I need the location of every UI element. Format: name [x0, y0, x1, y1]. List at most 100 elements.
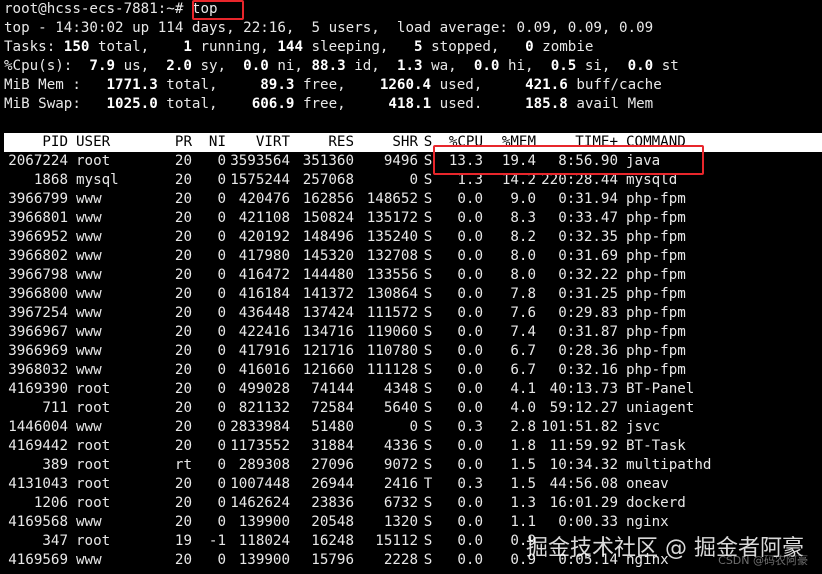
- cell-pr: 20: [174, 286, 192, 302]
- cell-cpu: 0.0: [457, 552, 483, 568]
- cell-command: php-fpm: [626, 229, 686, 245]
- cell-pr: 20: [174, 153, 192, 169]
- cell-time: 10:34.32: [549, 457, 618, 473]
- cell-user: www: [76, 286, 102, 302]
- cell-res: 257068: [302, 172, 354, 188]
- cell-pr: 20: [174, 324, 192, 340]
- cell-time: 0:28.36: [558, 343, 618, 359]
- cell-shr: 0: [409, 172, 418, 188]
- cell-pr: 20: [174, 362, 192, 378]
- cell-cpu: 0.0: [457, 305, 483, 321]
- cell-virt: 3593564: [230, 153, 290, 169]
- cell-command: php-fpm: [626, 210, 686, 226]
- table-row: 1206 root 20 0 1462624 23836 6732 S 0.0 1.3 16:01.…: [4, 494, 822, 513]
- cell-mem: 1.5: [510, 476, 536, 492]
- cell-state: S: [423, 457, 433, 473]
- prompt-line: root@hcss-ecs-7881:~# top: [4, 0, 822, 19]
- cell-user: www: [76, 552, 102, 568]
- cell-res: 26944: [311, 476, 354, 492]
- cell-ni: 0: [217, 172, 226, 188]
- tasks-running: 1: [183, 39, 192, 55]
- shell-prompt: root@hcss-ecs-7881:~#: [4, 1, 192, 17]
- cell-pid: 4169390: [8, 381, 68, 397]
- cell-pr: 20: [174, 419, 192, 435]
- cell-command: uniagent: [626, 400, 695, 416]
- cell-virt: 118024: [238, 533, 290, 549]
- terminal[interactable]: root@hcss-ecs-7881:~# top top - 14:30:02…: [4, 0, 822, 570]
- cell-virt: 420192: [238, 229, 290, 245]
- cell-pr: 20: [174, 191, 192, 207]
- table-row: 389 root rt 0 289308 27096 9072 S 0.0 1.5 10:34.32…: [4, 456, 822, 475]
- cell-virt: 436448: [238, 305, 290, 321]
- cell-state: S: [423, 419, 433, 435]
- table-row: 3966799 www 20 0 420476 162856 148652 S 0.0 9.0 0:…: [4, 190, 822, 209]
- watermark-sub: CSDN @码农阿豪: [718, 554, 808, 567]
- cell-time: 0:31.25: [558, 286, 618, 302]
- cell-mem: 1.3: [510, 495, 536, 511]
- cell-pr: 20: [174, 552, 192, 568]
- cell-pid: 4131043: [8, 476, 68, 492]
- cell-pr: 20: [174, 210, 192, 226]
- table-row: 3966800 www 20 0 416184 141372 130864 S 0.0 7.8 0:…: [4, 285, 822, 304]
- table-row: 3966798 www 20 0 416472 144480 133556 S 0.0 8.0 0:…: [4, 266, 822, 285]
- cell-pid: 389: [42, 457, 68, 473]
- cell-pid: 3966801: [8, 210, 68, 226]
- cell-user: www: [76, 343, 102, 359]
- cell-pid: 1446004: [8, 419, 68, 435]
- cell-shr: 133556: [366, 267, 418, 283]
- cell-shr: 110780: [366, 343, 418, 359]
- cell-ni: 0: [217, 324, 226, 340]
- cell-shr: 4336: [383, 438, 418, 454]
- cell-state: S: [423, 248, 433, 264]
- cell-state: S: [423, 324, 433, 340]
- cell-ni: 0: [217, 400, 226, 416]
- tasks-stopped: 5: [414, 39, 423, 55]
- cell-cpu: 0.0: [457, 267, 483, 283]
- cell-shr: 4348: [383, 381, 418, 397]
- cell-user: www: [76, 362, 102, 378]
- cell-cpu: 0.0: [457, 248, 483, 264]
- cell-user: www: [76, 514, 102, 530]
- cell-mem: 1.5: [510, 457, 536, 473]
- cell-time: 59:12.27: [549, 400, 618, 416]
- cell-res: 162856: [302, 191, 354, 207]
- cell-cpu: 0.0: [457, 210, 483, 226]
- cell-ni: 0: [217, 476, 226, 492]
- cell-state: S: [423, 495, 433, 511]
- cell-time: 101:51.82: [541, 419, 618, 435]
- cell-virt: 1575244: [230, 172, 290, 188]
- cell-res: 27096: [311, 457, 354, 473]
- cell-ni: 0: [217, 305, 226, 321]
- cell-command: php-fpm: [626, 324, 686, 340]
- cell-state: S: [423, 210, 433, 226]
- cell-state: S: [423, 381, 433, 397]
- cell-time: 0:32.22: [558, 267, 618, 283]
- cell-time: 0:32.35: [558, 229, 618, 245]
- cell-command: php-fpm: [626, 248, 686, 264]
- cell-virt: 821132: [238, 400, 290, 416]
- cell-pr: 20: [174, 267, 192, 283]
- cell-res: 16248: [311, 533, 354, 549]
- column-header-virt: VIRT: [255, 134, 290, 150]
- cell-ni: 0: [217, 267, 226, 283]
- cell-ni: 0: [217, 457, 226, 473]
- tasks-line: Tasks: 150 total, 1 running, 144 sleepin…: [4, 39, 594, 55]
- cell-virt: 420476: [238, 191, 290, 207]
- cell-pid: 1206: [33, 495, 68, 511]
- cell-ni: 0: [217, 343, 226, 359]
- cell-pid: 3966952: [8, 229, 68, 245]
- cell-res: 145320: [302, 248, 354, 264]
- cell-res: 351360: [302, 153, 354, 169]
- cell-state: S: [423, 286, 433, 302]
- java-row-highlight-box: [433, 145, 704, 175]
- cell-pid: 3966967: [8, 324, 68, 340]
- cell-pr: 20: [174, 514, 192, 530]
- cell-virt: 417980: [238, 248, 290, 264]
- cell-cpu: 0.0: [457, 495, 483, 511]
- cell-user: www: [76, 248, 102, 264]
- cell-ni: 0: [217, 191, 226, 207]
- cell-state: S: [423, 305, 433, 321]
- cell-command: BT-Panel: [626, 381, 695, 397]
- table-row: 711 root 20 0 821132 72584 5640 S 0.0 4.0 59:12.27…: [4, 399, 822, 418]
- table-row: 3966802 www 20 0 417980 145320 132708 S 0.0 8.0 0:…: [4, 247, 822, 266]
